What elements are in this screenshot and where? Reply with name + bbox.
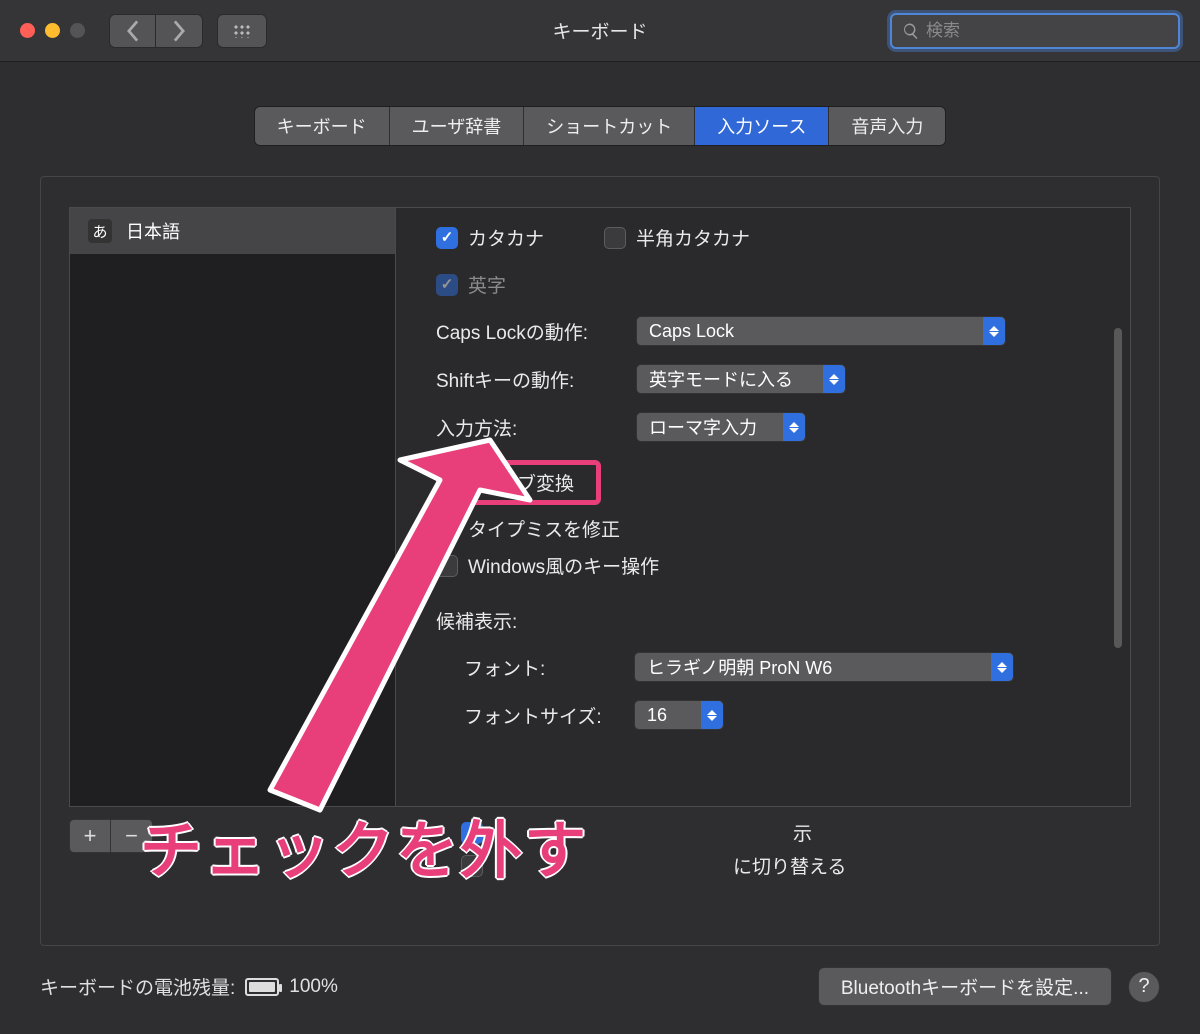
grid-icon xyxy=(233,24,251,38)
label-extra2: に切り替える xyxy=(733,852,846,879)
battery-percentage: 100% xyxy=(289,976,338,998)
sidebar-item-japanese[interactable]: あ 日本語 xyxy=(70,208,395,254)
select-input-method-value: ローマ字入力 xyxy=(649,414,757,440)
traffic-lights xyxy=(20,23,85,38)
scroll-thumb[interactable] xyxy=(1114,328,1122,648)
extra-options: 示 に切り替える xyxy=(461,813,846,885)
search-input[interactable] xyxy=(926,21,1168,41)
select-fontsize-value: 16 xyxy=(647,705,667,726)
select-font-value: ヒラギノ明朝 ProN W6 xyxy=(647,654,832,680)
main-panel: あ 日本語 カタカナ 半角カタカナ 英字 Caps Lo xyxy=(40,176,1160,946)
select-shift-value: 英字モードに入る xyxy=(649,366,793,392)
battery-icon xyxy=(245,978,279,996)
checkbox-katakana[interactable] xyxy=(436,227,458,249)
checkbox-live-conversion[interactable] xyxy=(447,472,469,494)
checkbox-eiji xyxy=(436,274,458,296)
label-katakana: カタカナ xyxy=(468,224,544,251)
zoom-window-button[interactable] xyxy=(70,23,85,38)
tab-voice[interactable]: 音声入力 xyxy=(829,107,945,145)
checkbox-extra2[interactable] xyxy=(461,855,483,877)
label-fontsize: フォントサイズ: xyxy=(464,702,634,729)
tab-userdict[interactable]: ユーザ辞書 xyxy=(390,107,525,145)
label-shift: Shiftキーの動作: xyxy=(436,366,636,393)
search-icon xyxy=(902,22,920,40)
minimize-window-button[interactable] xyxy=(45,23,60,38)
checkbox-half-katakana[interactable] xyxy=(604,227,626,249)
label-half-katakana: 半角カタカナ xyxy=(636,224,750,251)
label-capslock: Caps Lockの動作: xyxy=(436,318,636,345)
tab-bar: キーボード ユーザ辞書 ショートカット 入力ソース 音声入力 xyxy=(0,106,1200,146)
search-field[interactable] xyxy=(890,13,1180,49)
label-live-conversion: ライブ変換 xyxy=(479,469,574,496)
select-input-method[interactable]: ローマ字入力 xyxy=(636,412,806,442)
checkbox-extra1[interactable] xyxy=(461,822,483,844)
nav-buttons xyxy=(109,14,203,48)
battery-label-text: キーボードの電池残量: xyxy=(40,973,235,1000)
label-font: フォント: xyxy=(464,654,634,681)
list-footer: + − xyxy=(69,819,153,853)
select-shift[interactable]: 英字モードに入る xyxy=(636,364,846,394)
tab-shortcut[interactable]: ショートカット xyxy=(524,107,695,145)
label-candidate-title: 候補表示: xyxy=(436,607,1100,634)
label-eiji: 英字 xyxy=(468,271,506,298)
scrollbar[interactable] xyxy=(1114,298,1124,718)
stepper-icon xyxy=(701,701,723,729)
panel-inner: あ 日本語 カタカナ 半角カタカナ 英字 Caps Lo xyxy=(69,207,1131,807)
label-extra1: 示 xyxy=(793,819,812,846)
japanese-badge-icon: あ xyxy=(88,219,112,243)
close-window-button[interactable] xyxy=(20,23,35,38)
checkbox-typo-fix[interactable] xyxy=(436,518,458,540)
stepper-icon xyxy=(983,317,1005,345)
checkbox-windows-keys[interactable] xyxy=(436,555,458,577)
forward-button[interactable] xyxy=(156,14,203,48)
input-source-list[interactable]: あ 日本語 xyxy=(70,208,396,806)
label-typo-fix: タイプミスを修正 xyxy=(468,515,620,542)
bluetooth-keyboard-button[interactable]: Bluetoothキーボードを設定... xyxy=(818,967,1112,1006)
back-button[interactable] xyxy=(109,14,156,48)
tab-input-sources[interactable]: 入力ソース xyxy=(695,107,829,145)
select-capslock-value: Caps Lock xyxy=(649,321,734,342)
show-all-button[interactable] xyxy=(217,14,267,48)
add-input-source-button[interactable]: + xyxy=(69,819,111,853)
label-input-method: 入力方法: xyxy=(436,414,636,441)
battery-status: キーボードの電池残量: 100% xyxy=(40,973,338,1000)
label-windows-keys: Windows風のキー操作 xyxy=(468,552,659,579)
stepper-icon xyxy=(823,365,845,393)
remove-input-source-button[interactable]: − xyxy=(111,819,153,853)
tab-keyboard[interactable]: キーボード xyxy=(255,107,390,145)
settings-content: カタカナ 半角カタカナ 英字 Caps Lockの動作: Caps Lock xyxy=(396,208,1130,806)
annotation-highlight-box: ライブ変換 xyxy=(436,460,601,505)
sidebar-item-label: 日本語 xyxy=(126,218,180,244)
titlebar: キーボード xyxy=(0,0,1200,62)
bottom-bar: キーボードの電池残量: 100% Bluetoothキーボードを設定... ? xyxy=(40,967,1160,1006)
help-button[interactable]: ? xyxy=(1128,971,1160,1003)
stepper-icon xyxy=(783,413,805,441)
select-capslock[interactable]: Caps Lock xyxy=(636,316,1006,346)
stepper-icon xyxy=(991,653,1013,681)
select-fontsize[interactable]: 16 xyxy=(634,700,724,730)
select-font[interactable]: ヒラギノ明朝 ProN W6 xyxy=(634,652,1014,682)
